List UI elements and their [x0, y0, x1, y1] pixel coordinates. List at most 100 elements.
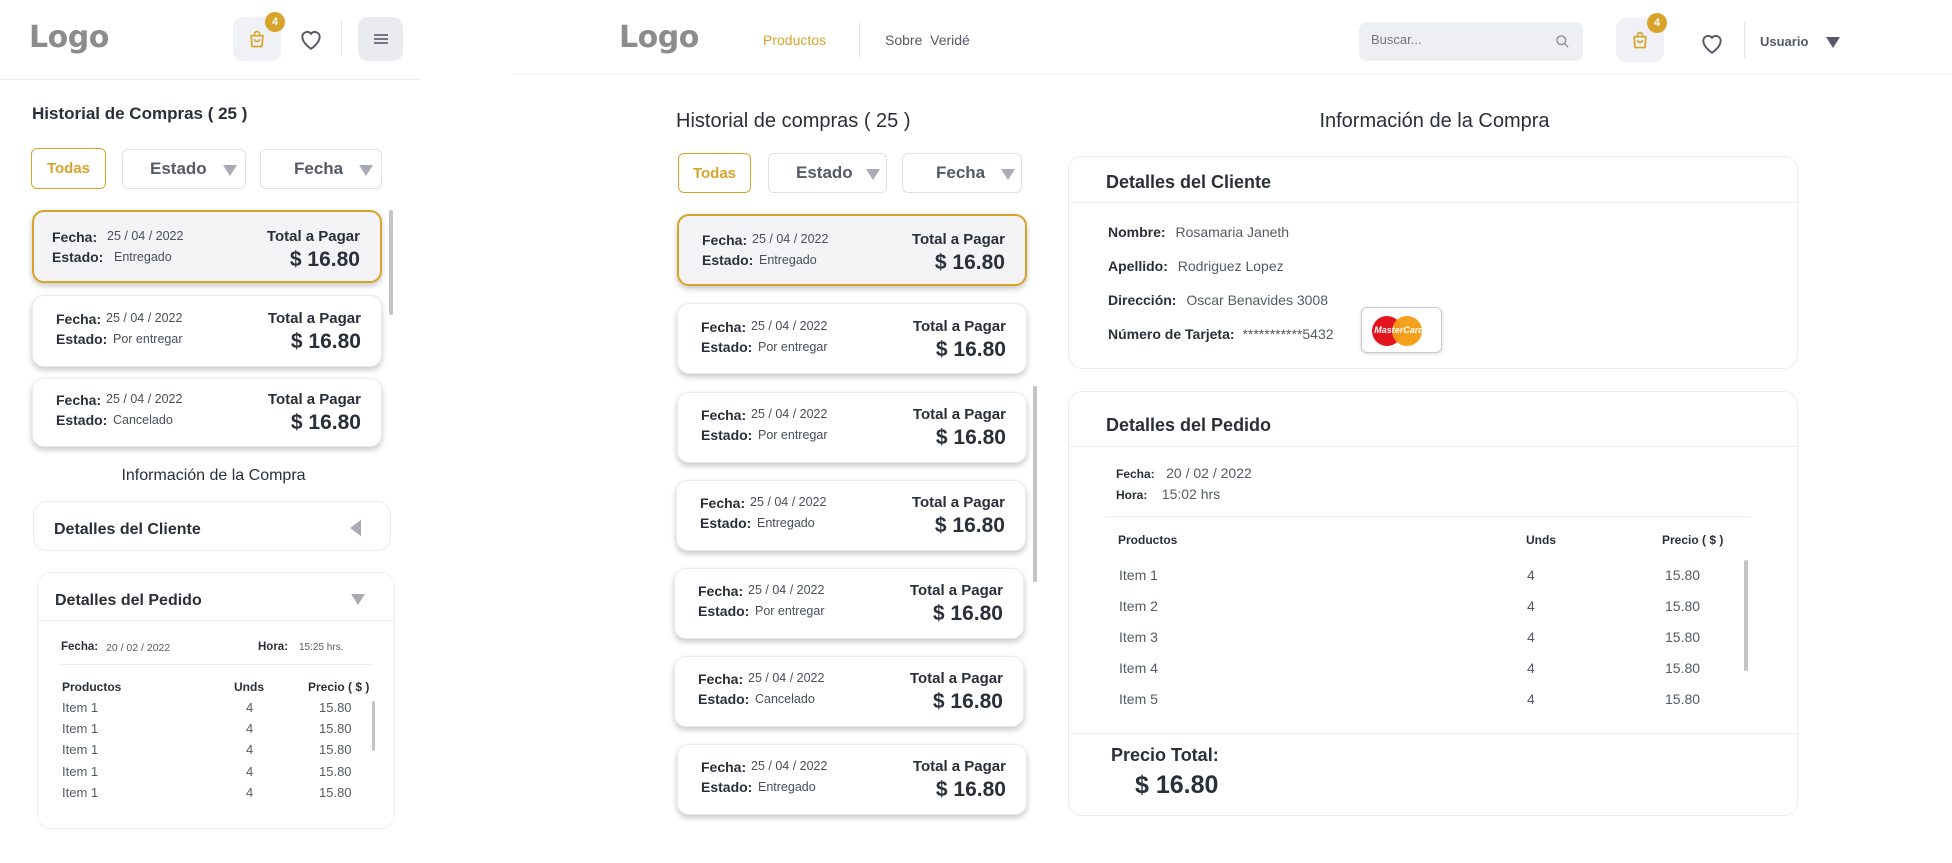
divider — [341, 20, 342, 56]
order-date: 25 / 04 / 2022 — [751, 319, 828, 333]
order-date: 20 / 02 / 2022 — [1166, 465, 1252, 481]
order-date: 25 / 04 / 2022 — [748, 583, 825, 597]
items-scrollbar[interactable] — [1744, 560, 1748, 671]
order-amount: $ 16.80 — [935, 778, 1006, 801]
status-label: Estado: — [698, 691, 750, 707]
nav-about-link[interactable]: Sobre Veridé — [885, 32, 970, 48]
status-label: Estado: — [702, 252, 754, 268]
heart-icon[interactable] — [1699, 31, 1725, 55]
status-label: Estado: — [700, 515, 752, 531]
filter-date-dropdown[interactable]: Fecha — [902, 153, 1022, 193]
total-label: Total a Pagar — [909, 670, 1003, 687]
item-name: Item 2 — [1119, 598, 1158, 614]
filter-date-label: Fecha — [936, 163, 986, 182]
order-card[interactable]: Fecha: 25 / 04 / 2022 Estado: Por entreg… — [674, 568, 1024, 639]
items-table: Item 1 4 15.80 Item 2 4 15.80 Item 3 4 1… — [1069, 560, 1797, 707]
status-label: Estado: — [698, 603, 750, 619]
cart-button[interactable]: 4 — [1616, 13, 1667, 62]
divider — [859, 22, 860, 58]
status-label: Estado: — [701, 339, 753, 355]
client-surname: Rodriguez Lopez — [1177, 258, 1284, 274]
chevron-down-icon — [223, 165, 237, 176]
filter-date-dropdown[interactable]: Fecha — [260, 149, 382, 189]
item-price: 15.80 — [1665, 629, 1701, 645]
item-price: 15.80 — [1665, 691, 1701, 707]
history-title: Historial de compras ( 25 ) — [676, 110, 911, 132]
table-row: Item 1 4 15.80 — [1069, 567, 1769, 589]
total-label: Total a Pagar — [912, 406, 1006, 423]
item-name: Item 4 — [1119, 660, 1158, 676]
chevron-down-icon — [359, 165, 373, 176]
item-units: 4 — [1527, 691, 1535, 707]
item-units: 4 — [1527, 660, 1535, 676]
client-name-label: Nombre: — [1108, 224, 1166, 240]
filter-status-label: Estado — [150, 159, 207, 178]
item-units: 4 — [1527, 629, 1535, 645]
item-price: 15.80 — [1665, 660, 1701, 676]
order-amount: $ 16.80 — [935, 426, 1006, 449]
order-date: 25 / 04 / 2022 — [751, 759, 828, 773]
order-date: 25 / 04 / 2022 — [751, 407, 828, 421]
table-row: Item 3 4 15.80 — [1069, 629, 1769, 651]
order-status: Por entregar — [758, 340, 828, 354]
item-name: Item 1 — [1119, 567, 1158, 583]
client-address-label: Dirección: — [1108, 292, 1177, 308]
filter-status-dropdown[interactable]: Estado — [122, 149, 246, 189]
client-address-row: Dirección: Oscar Benavides 3008 — [1108, 292, 1328, 308]
date-label: Fecha: — [700, 495, 746, 511]
order-card[interactable]: Fecha: 25 / 04 / 2022 Estado: Cancelado … — [674, 656, 1024, 727]
order-status: Entregado — [759, 253, 817, 267]
user-menu[interactable]: Usuario — [1760, 33, 1850, 53]
order-card[interactable]: Fecha: 25 / 04 / 2022 Estado: Entregado … — [677, 214, 1027, 286]
status-label: Estado: — [701, 427, 753, 443]
total-price: $ 16.80 — [1135, 771, 1219, 799]
nav-products-link[interactable]: Productos — [763, 32, 826, 48]
heart-icon[interactable] — [298, 27, 324, 51]
order-time: 15:02 hrs — [1161, 486, 1221, 502]
client-card-label: Número de Tarjeta: — [1108, 326, 1235, 342]
divider — [1069, 733, 1797, 734]
date-label: Fecha: — [698, 671, 744, 687]
search-box[interactable] — [1359, 22, 1583, 61]
mastercard-logo: MasterCard — [1361, 307, 1442, 353]
order-card[interactable]: Fecha: 25 / 04 / 2022 Estado: Entregado … — [677, 744, 1027, 815]
order-details-panel: Detalles del Pedido Fecha: 20 / 02 / 202… — [1068, 391, 1798, 816]
logo[interactable]: Logo — [29, 20, 109, 55]
date-label: Fecha: — [701, 759, 747, 775]
client-surname-row: Apellido: Rodriguez Lopez — [1108, 258, 1284, 274]
order-card[interactable]: Fecha: 25 / 04 / 2022 Estado: Por entreg… — [677, 392, 1027, 463]
col-products-header: Productos — [1118, 533, 1178, 547]
filter-all-button[interactable]: Todas — [31, 148, 106, 189]
col-price-header: Precio ( $ ) — [1662, 533, 1724, 547]
total-label: Total a Pagar — [911, 231, 1005, 248]
date-label: Fecha: — [702, 232, 748, 248]
order-card[interactable]: Fecha: 25 / 04 / 2022 Estado: Entregado … — [676, 480, 1026, 551]
item-units: 4 — [1527, 598, 1535, 614]
client-details-title: Detalles del Cliente — [1106, 172, 1272, 192]
menu-button[interactable] — [358, 17, 403, 61]
date-label: Fecha: — [698, 583, 744, 599]
table-row: Item 2 4 15.80 — [1069, 598, 1769, 620]
hamburger-icon — [373, 34, 388, 44]
client-address: Oscar Benavides 3008 — [1186, 292, 1328, 308]
mastercard-text: MasterCard — [1374, 325, 1424, 335]
info-title: Información de la Compra — [1319, 110, 1550, 132]
table-row: Item 5 4 15.80 — [1069, 691, 1769, 713]
filter-status-dropdown[interactable]: Estado — [768, 153, 887, 193]
order-time-label: Hora: — [1116, 488, 1148, 502]
order-status: Cancelado — [755, 692, 815, 706]
logo[interactable]: Logo — [619, 20, 699, 55]
filter-all-button[interactable]: Todas — [678, 153, 751, 193]
order-card[interactable]: Fecha: 25 / 04 / 2022 Estado: Por entreg… — [677, 303, 1027, 374]
search-icon[interactable] — [1555, 34, 1570, 49]
search-input[interactable] — [1371, 32, 1541, 47]
order-date: 25 / 04 / 2022 — [752, 232, 829, 246]
order-amount: $ 16.80 — [932, 690, 1003, 713]
cart-badge: 4 — [265, 12, 285, 32]
item-price: 15.80 — [1665, 598, 1701, 614]
total-price-label: Precio Total: — [1111, 745, 1219, 765]
history-title: Historial de Compras ( 25 ) — [32, 104, 248, 123]
cart-badge: 4 — [1647, 13, 1667, 33]
order-list-scrollbar[interactable] — [1033, 386, 1037, 582]
cart-button[interactable]: 4 — [233, 12, 285, 61]
